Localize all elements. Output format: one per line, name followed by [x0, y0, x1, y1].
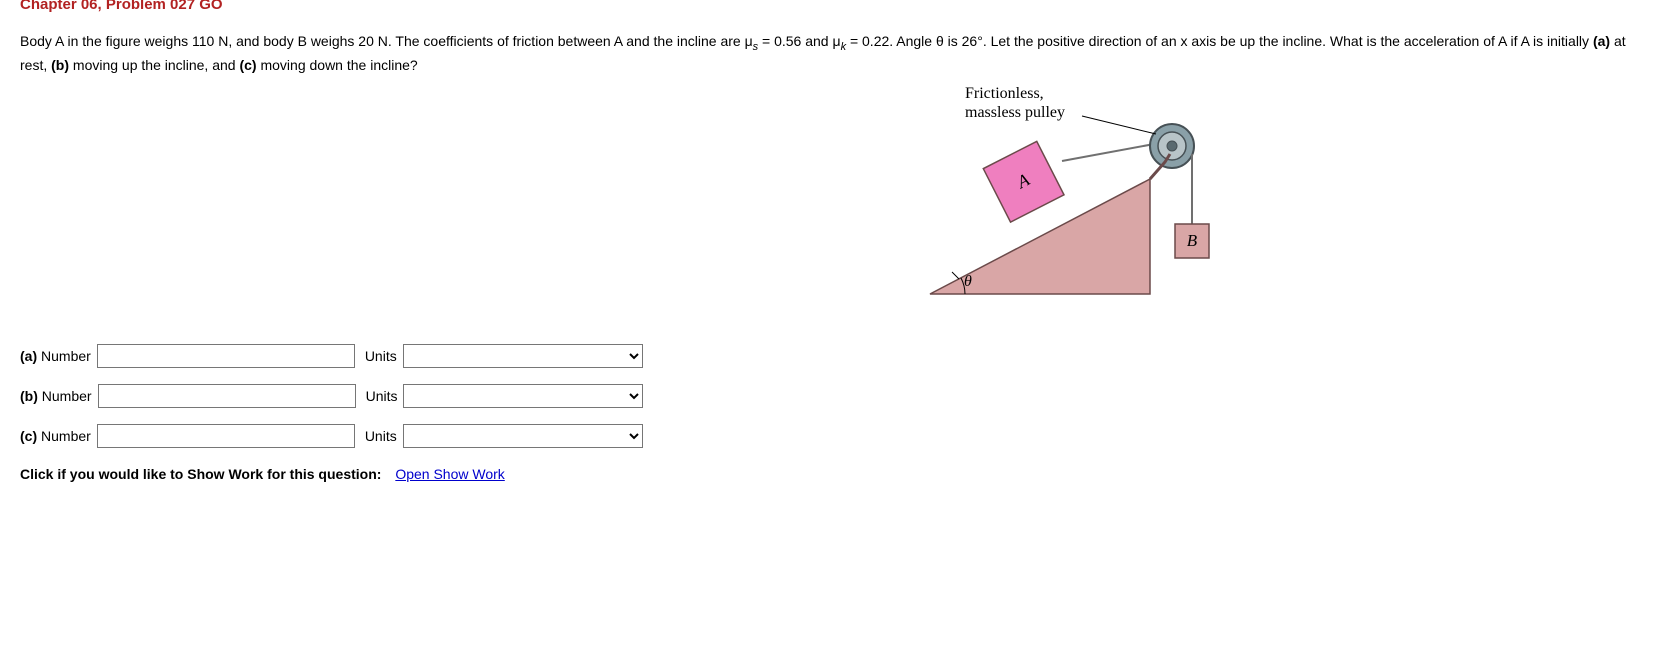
units-select-a[interactable] [403, 344, 643, 368]
pulley-label: Frictionless, massless pulley [965, 84, 1065, 122]
part-c-label: (c) [239, 57, 256, 73]
row-a-part: (a) [20, 348, 37, 364]
problem-text-2: = 0.56 and μ [758, 33, 840, 49]
problem-text-3: = 0.22. Angle θ is 26°. Let the positive… [846, 33, 1593, 49]
part-c-text: moving down the incline? [257, 57, 418, 73]
physics-figure: Frictionless, massless pulley A [910, 84, 1250, 314]
part-b-label: (b) [51, 57, 69, 73]
units-select-c[interactable] [403, 424, 643, 448]
part-a-label: (a) [1593, 33, 1610, 49]
part-b-text: moving up the incline, and [69, 57, 239, 73]
pulley-group [1150, 124, 1194, 179]
row-c-part: (c) [20, 428, 37, 444]
row-b-word: Number [42, 388, 92, 404]
row-a-label: (a) Number [20, 348, 91, 364]
figure-area: Frictionless, massless pulley A [20, 84, 1655, 324]
answer-row-c: (c) Number Units [20, 424, 1655, 448]
block-a-group: A [983, 142, 1064, 223]
row-b-label: (b) Number [20, 388, 92, 404]
angle-tick [952, 272, 959, 279]
number-input-c[interactable] [97, 424, 355, 448]
open-show-work-link[interactable]: Open Show Work [395, 466, 504, 482]
show-work-row: Click if you would like to Show Work for… [20, 466, 1655, 482]
pulley-pointer [1082, 116, 1156, 134]
number-input-a[interactable] [97, 344, 355, 368]
answer-row-b: (b) Number Units [20, 384, 1655, 408]
problem-statement: Body A in the figure weighs 110 N, and b… [20, 31, 1655, 76]
row-a-word: Number [41, 348, 91, 364]
chapter-heading: Chapter 06, Problem 027 GO [20, 0, 1655, 13]
pulley-label-line2: massless pulley [965, 104, 1065, 121]
show-work-prompt: Click if you would like to Show Work for… [20, 466, 381, 482]
block-b-label: B [1187, 231, 1198, 250]
pulley-label-line1: Frictionless, [965, 85, 1044, 102]
units-label-c: Units [365, 428, 397, 444]
answers-section: (a) Number Units (b) Number Units (c) Nu… [20, 344, 1655, 448]
units-label-a: Units [365, 348, 397, 364]
angle-label: θ [964, 273, 972, 290]
problem-text-1: Body A in the figure weighs 110 N, and b… [20, 33, 753, 49]
row-b-part: (b) [20, 388, 38, 404]
row-c-word: Number [41, 428, 91, 444]
units-select-b[interactable] [403, 384, 643, 408]
number-input-b[interactable] [98, 384, 356, 408]
incline-svg: A B θ [910, 84, 1250, 314]
answer-row-a: (a) Number Units [20, 344, 1655, 368]
pulley-hub [1167, 141, 1177, 151]
units-label-b: Units [366, 388, 398, 404]
row-c-label: (c) Number [20, 428, 91, 444]
